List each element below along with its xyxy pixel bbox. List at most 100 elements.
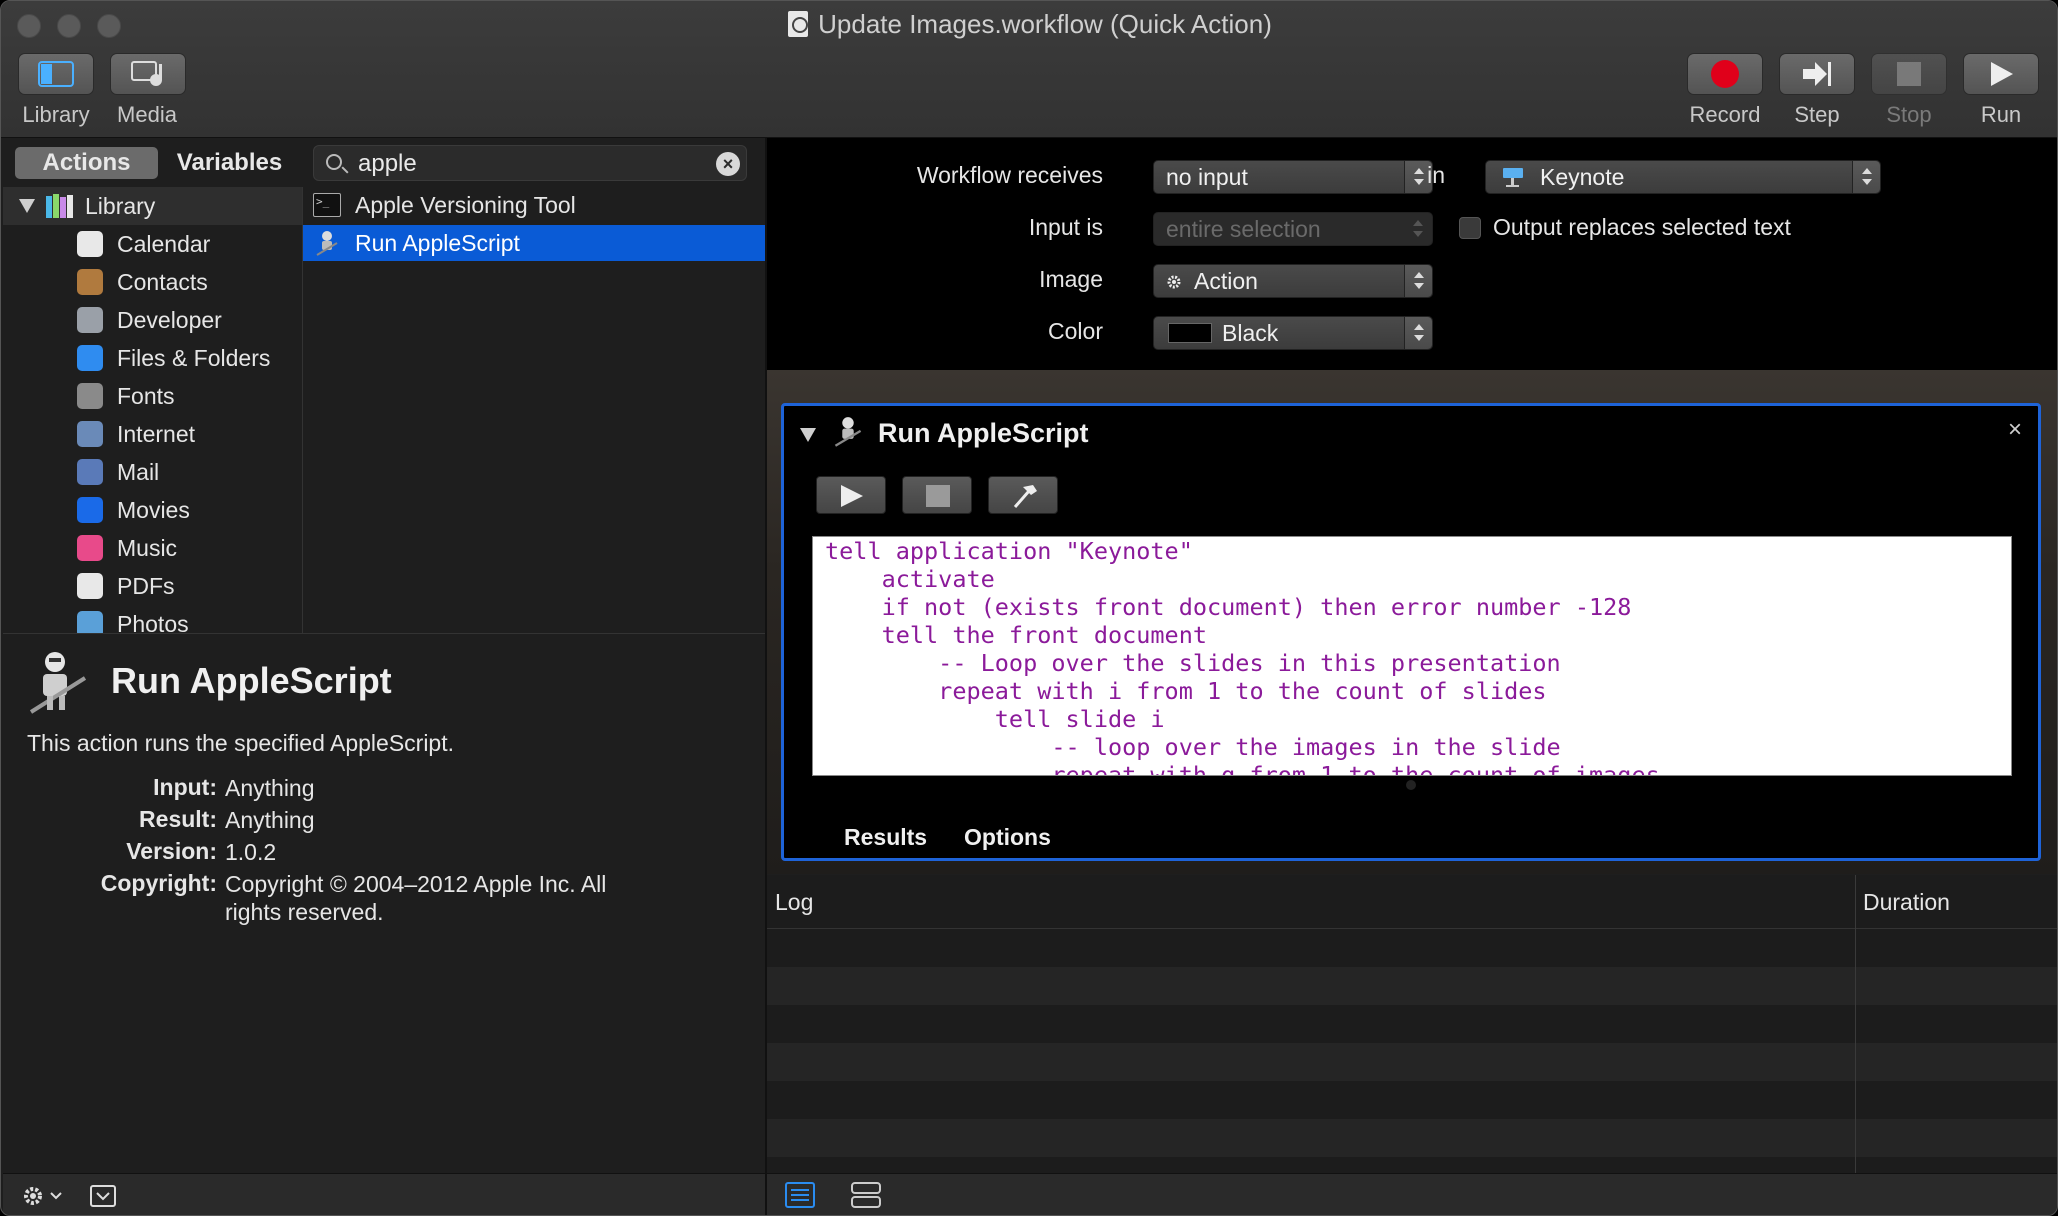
list-view-icon[interactable] (785, 1182, 815, 1208)
library-item-photos[interactable]: Photos (3, 605, 302, 634)
window-title-text: Update Images.workflow (Quick Action) (818, 9, 1272, 39)
input-is-popup[interactable]: entire selection (1153, 212, 1433, 246)
run-button[interactable] (1963, 53, 2039, 95)
gear-menu-icon[interactable] (21, 1184, 67, 1208)
info-version-value: 1.0.2 (225, 839, 277, 865)
media-button[interactable] (110, 53, 186, 95)
info-version-key: Version: (126, 838, 217, 864)
automator-robot-icon (834, 417, 862, 447)
library-item-calendar[interactable]: Calendar (3, 225, 302, 263)
automator-window: Update Images.workflow (Quick Action) Li… (0, 0, 2058, 1216)
library-item-music[interactable]: Music (3, 529, 302, 567)
library-item-developer[interactable]: Developer (3, 301, 302, 339)
tab-actions[interactable]: Actions (15, 147, 158, 179)
library-item-internet[interactable]: Internet (3, 415, 302, 453)
run-script-button[interactable] (816, 476, 886, 514)
movies-icon (77, 497, 103, 523)
info-input-value: Anything (225, 775, 315, 801)
log-column-header[interactable]: Log (775, 889, 813, 916)
library-item-fonts[interactable]: Fonts (3, 377, 302, 415)
stop-label: Stop (1886, 102, 1932, 127)
tab-variables[interactable]: Variables (158, 147, 301, 179)
info-description: This action runs the specified AppleScri… (27, 730, 455, 756)
library-item-label: Calendar (117, 230, 211, 257)
search-input[interactable]: apple (358, 150, 417, 178)
stop-script-button[interactable] (902, 476, 972, 514)
split-view-icon[interactable] (851, 1182, 881, 1208)
library-item-pdfs[interactable]: PDFs (3, 567, 302, 605)
library-root-row[interactable]: Library (3, 187, 302, 225)
hammer-icon (1013, 485, 1037, 508)
library-item-label: PDFs (117, 572, 175, 599)
description-toggle-icon[interactable] (89, 1184, 117, 1208)
in-label: in (1427, 162, 1445, 188)
color-popup[interactable]: Black (1153, 316, 1433, 350)
library-segmented-control: Actions Variables (15, 147, 301, 179)
library-item-label: Photos (117, 610, 189, 634)
search-field[interactable]: apple × (313, 145, 747, 181)
music-icon (77, 535, 103, 561)
finder-icon (77, 345, 103, 371)
library-item-label: Internet (117, 420, 195, 447)
script-editor[interactable]: tell application "Keynote" activate if n… (812, 536, 2012, 776)
library-item-mail[interactable]: Mail (3, 453, 302, 491)
library-pane-icon (38, 61, 74, 87)
photos-icon (77, 611, 103, 633)
compile-script-button[interactable] (988, 476, 1058, 514)
action-item-run-applescript[interactable]: Run AppleScript (303, 225, 765, 261)
toolbar: Update Images.workflow (Quick Action) Li… (1, 1, 2057, 138)
library-toggle-button[interactable] (18, 53, 94, 95)
tab-results[interactable]: Results (844, 824, 927, 851)
action-item-apple-versioning-tool[interactable]: Apple Versioning Tool (303, 187, 765, 223)
run-label: Run (1980, 102, 2022, 127)
duration-column-header[interactable]: Duration (1863, 889, 1950, 916)
workflow-document-icon (788, 11, 809, 37)
step-label: Step (1794, 102, 1840, 127)
library-item-label: Files & Folders (117, 344, 271, 371)
library-item-contacts[interactable]: Contacts (3, 263, 302, 301)
terminal-icon (313, 193, 341, 217)
library-item-files-folders[interactable]: Files & Folders (3, 339, 302, 377)
globe-icon (77, 421, 103, 447)
automator-robot-icon (316, 231, 338, 256)
clear-search-icon[interactable]: × (716, 152, 740, 176)
script-code[interactable]: tell application "Keynote" activate if n… (813, 537, 2011, 775)
color-label: Color (1048, 318, 1103, 344)
image-value: Action (1194, 268, 1258, 294)
record-label: Record (1689, 102, 1761, 127)
library-item-label: Music (117, 534, 178, 561)
column-separator[interactable] (1855, 875, 1856, 1173)
library-list: Library Calendar Contacts Developer Files &… (3, 187, 303, 633)
color-value: Black (1222, 320, 1279, 346)
play-icon (1991, 62, 2013, 86)
log-row (767, 1005, 2057, 1043)
tab-options[interactable]: Options (964, 824, 1051, 851)
library-item-label: Contacts (117, 268, 208, 295)
library-books-icon (46, 194, 73, 218)
library-item-movies[interactable]: Movies (3, 491, 302, 529)
step-button[interactable] (1779, 53, 1855, 95)
info-result-key: Result: (139, 806, 217, 832)
image-popup[interactable]: Action (1153, 264, 1433, 298)
library-label: Library (22, 102, 90, 127)
info-copyright-value: Copyright © 2004–2012 Apple Inc. All rig… (225, 871, 607, 925)
library-root-label: Library (85, 192, 156, 219)
resize-handle[interactable] (1406, 780, 1416, 790)
log-row (767, 929, 2057, 967)
application-popup[interactable]: Keynote (1485, 160, 1881, 194)
disclosure-triangle-icon[interactable] (19, 199, 35, 213)
output-replaces-checkbox[interactable] (1459, 217, 1481, 239)
action-title: Run AppleScript (878, 418, 1089, 448)
info-input-key: Input: (153, 774, 217, 800)
collapse-triangle-icon[interactable] (800, 428, 816, 442)
close-action-icon[interactable]: × (2008, 416, 2022, 444)
action-item-label: Run AppleScript (355, 229, 520, 256)
record-button[interactable] (1687, 53, 1763, 95)
log-row (767, 967, 2057, 1005)
popup-arrows-icon (1404, 265, 1432, 297)
color-swatch (1168, 323, 1212, 343)
log-row (767, 1119, 2057, 1157)
popup-arrows-icon (1404, 317, 1432, 349)
stop-button[interactable] (1871, 53, 1947, 95)
application-value: Keynote (1540, 164, 1625, 190)
